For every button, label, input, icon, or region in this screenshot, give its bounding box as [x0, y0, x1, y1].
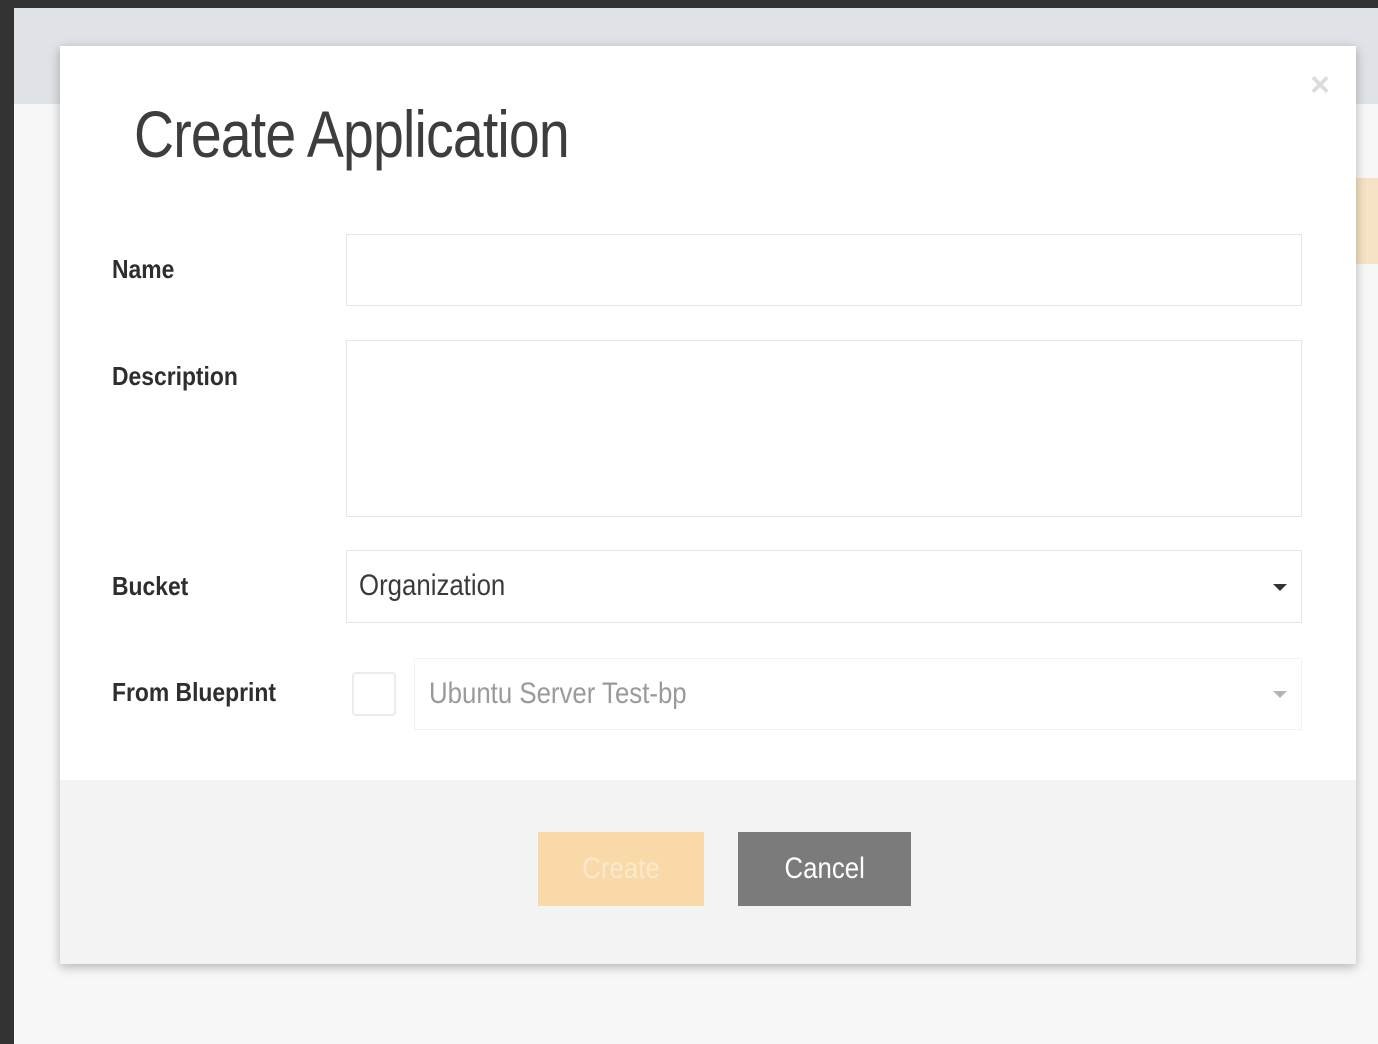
cancel-button-label: Cancel [784, 852, 865, 885]
chevron-down-icon [1273, 691, 1287, 698]
name-input[interactable] [346, 234, 1302, 306]
bucket-label: Bucket [112, 571, 189, 601]
bucket-selected-value: Organization [359, 569, 506, 602]
bucket-select[interactable]: Organization [346, 550, 1302, 623]
description-textarea[interactable] [346, 340, 1302, 517]
modal-title: Create Application [134, 97, 570, 171]
name-label: Name [112, 254, 175, 284]
blueprint-row: Ubuntu Server Test-bp [346, 658, 1302, 730]
blueprint-select[interactable]: Ubuntu Server Test-bp [414, 658, 1302, 730]
from-blueprint-label: From Blueprint [112, 677, 276, 707]
modal-footer: Create Cancel [60, 780, 1356, 964]
description-label: Description [112, 361, 238, 391]
create-button-label: Create [582, 852, 660, 885]
from-blueprint-checkbox[interactable] [352, 672, 396, 716]
backdrop-accent [1356, 178, 1378, 264]
blueprint-selected-value: Ubuntu Server Test-bp [429, 677, 687, 710]
close-icon[interactable]: × [1310, 68, 1330, 102]
create-button[interactable]: Create [538, 832, 704, 906]
cancel-button[interactable]: Cancel [738, 832, 911, 906]
chevron-down-icon [1273, 584, 1287, 591]
create-application-modal: × Create Application Name Description Bu… [60, 46, 1356, 964]
